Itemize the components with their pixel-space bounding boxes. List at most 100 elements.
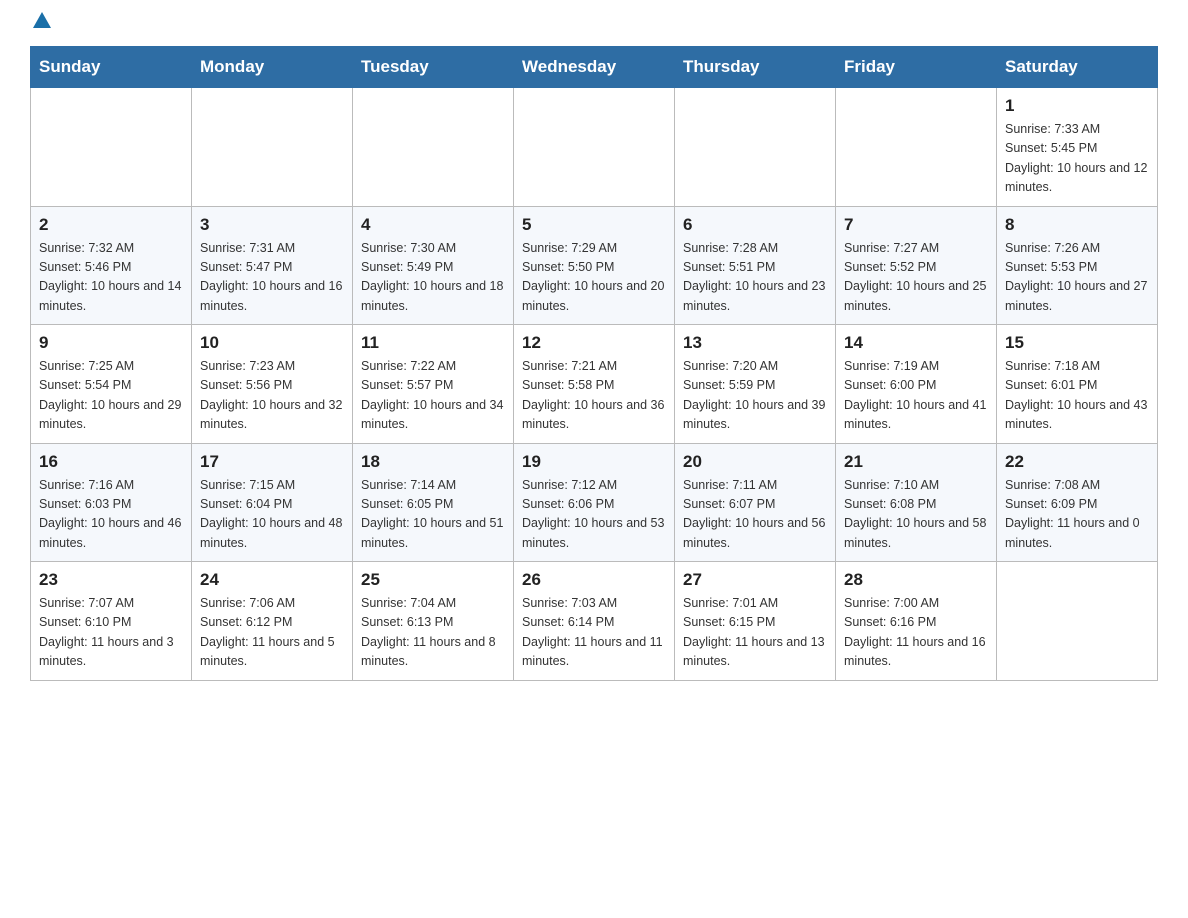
day-number: 23 xyxy=(39,570,183,590)
calendar-cell xyxy=(836,88,997,207)
day-number: 13 xyxy=(683,333,827,353)
calendar-cell: 26Sunrise: 7:03 AM Sunset: 6:14 PM Dayli… xyxy=(514,562,675,681)
calendar-cell: 5 Sunrise: 7:29 AM Sunset: 5:50 PM Daylig… xyxy=(514,206,675,325)
calendar-cell: 10 Sunrise: 7:23 AM Sunset: 5:56 PM Dayli… xyxy=(192,325,353,444)
week-row-5: 23 Sunrise: 7:07 AM Sunset: 6:10 PM Dayli… xyxy=(31,562,1158,681)
day-info: Sunrise: 7:16 AM Sunset: 6:03 PM Dayligh… xyxy=(39,476,183,554)
day-info: Sunrise: 7:03 AM Sunset: 6:14 PM Dayligh… xyxy=(522,594,666,672)
day-info: Sunrise: 7:12 AM Sunset: 6:06 PM Dayligh… xyxy=(522,476,666,554)
calendar-cell: 18Sunrise: 7:14 AM Sunset: 6:05 PM Dayli… xyxy=(353,443,514,562)
day-info: Sunrise: 7:22 AM Sunset: 5:57 PM Dayligh… xyxy=(361,357,505,435)
calendar-cell xyxy=(192,88,353,207)
day-number: 9 xyxy=(39,333,183,353)
day-info: Sunrise: 7:25 AM Sunset: 5:54 PM Dayligh… xyxy=(39,357,183,435)
calendar-cell: 20 Sunrise: 7:11 AM Sunset: 6:07 PM Dayli… xyxy=(675,443,836,562)
day-info: Sunrise: 7:18 AM Sunset: 6:01 PM Dayligh… xyxy=(1005,357,1149,435)
calendar-cell: 22 Sunrise: 7:08 AM Sunset: 6:09 PM Dayli… xyxy=(997,443,1158,562)
week-row-3: 9 Sunrise: 7:25 AM Sunset: 5:54 PM Daylig… xyxy=(31,325,1158,444)
calendar-cell: 24 Sunrise: 7:06 AM Sunset: 6:12 PM Dayli… xyxy=(192,562,353,681)
calendar-cell: 17 Sunrise: 7:15 AM Sunset: 6:04 PM Dayli… xyxy=(192,443,353,562)
day-info: Sunrise: 7:01 AM Sunset: 6:15 PM Dayligh… xyxy=(683,594,827,672)
calendar-cell xyxy=(31,88,192,207)
calendar-cell: 13 Sunrise: 7:20 AM Sunset: 5:59 PM Dayli… xyxy=(675,325,836,444)
calendar-cell: 7Sunrise: 7:27 AM Sunset: 5:52 PM Daylig… xyxy=(836,206,997,325)
day-number: 6 xyxy=(683,215,827,235)
day-info: Sunrise: 7:29 AM Sunset: 5:50 PM Dayligh… xyxy=(522,239,666,317)
calendar-cell: 6 Sunrise: 7:28 AM Sunset: 5:51 PM Daylig… xyxy=(675,206,836,325)
logo-triangle-icon xyxy=(33,12,51,28)
day-info: Sunrise: 7:21 AM Sunset: 5:58 PM Dayligh… xyxy=(522,357,666,435)
calendar-cell: 28Sunrise: 7:00 AM Sunset: 6:16 PM Dayli… xyxy=(836,562,997,681)
calendar-cell: 16 Sunrise: 7:16 AM Sunset: 6:03 PM Dayli… xyxy=(31,443,192,562)
day-number: 12 xyxy=(522,333,666,353)
calendar-cell: 27 Sunrise: 7:01 AM Sunset: 6:15 PM Dayli… xyxy=(675,562,836,681)
weekday-header-thursday: Thursday xyxy=(675,47,836,88)
calendar-cell: 9 Sunrise: 7:25 AM Sunset: 5:54 PM Daylig… xyxy=(31,325,192,444)
day-number: 1 xyxy=(1005,96,1149,116)
day-info: Sunrise: 7:23 AM Sunset: 5:56 PM Dayligh… xyxy=(200,357,344,435)
day-info: Sunrise: 7:04 AM Sunset: 6:13 PM Dayligh… xyxy=(361,594,505,672)
calendar-cell: 2 Sunrise: 7:32 AM Sunset: 5:46 PM Daylig… xyxy=(31,206,192,325)
weekday-header-monday: Monday xyxy=(192,47,353,88)
calendar-cell: 15 Sunrise: 7:18 AM Sunset: 6:01 PM Dayli… xyxy=(997,325,1158,444)
logo xyxy=(30,20,51,28)
day-number: 22 xyxy=(1005,452,1149,472)
day-info: Sunrise: 7:32 AM Sunset: 5:46 PM Dayligh… xyxy=(39,239,183,317)
calendar-cell: 8 Sunrise: 7:26 AM Sunset: 5:53 PM Daylig… xyxy=(997,206,1158,325)
calendar-cell: 23 Sunrise: 7:07 AM Sunset: 6:10 PM Dayli… xyxy=(31,562,192,681)
day-info: Sunrise: 7:06 AM Sunset: 6:12 PM Dayligh… xyxy=(200,594,344,672)
calendar-cell: 3 Sunrise: 7:31 AM Sunset: 5:47 PM Daylig… xyxy=(192,206,353,325)
weekday-header-row: SundayMondayTuesdayWednesdayThursdayFrid… xyxy=(31,47,1158,88)
week-row-1: 1Sunrise: 7:33 AM Sunset: 5:45 PM Daylig… xyxy=(31,88,1158,207)
weekday-header-friday: Friday xyxy=(836,47,997,88)
weekday-header-wednesday: Wednesday xyxy=(514,47,675,88)
calendar-cell: 21 Sunrise: 7:10 AM Sunset: 6:08 PM Dayli… xyxy=(836,443,997,562)
calendar-cell: 14 Sunrise: 7:19 AM Sunset: 6:00 PM Dayli… xyxy=(836,325,997,444)
day-number: 20 xyxy=(683,452,827,472)
day-info: Sunrise: 7:30 AM Sunset: 5:49 PM Dayligh… xyxy=(361,239,505,317)
day-number: 19 xyxy=(522,452,666,472)
day-number: 5 xyxy=(522,215,666,235)
day-number: 24 xyxy=(200,570,344,590)
calendar-cell: 1Sunrise: 7:33 AM Sunset: 5:45 PM Daylig… xyxy=(997,88,1158,207)
day-number: 16 xyxy=(39,452,183,472)
day-number: 17 xyxy=(200,452,344,472)
calendar-cell: 4 Sunrise: 7:30 AM Sunset: 5:49 PM Daylig… xyxy=(353,206,514,325)
week-row-4: 16 Sunrise: 7:16 AM Sunset: 6:03 PM Dayli… xyxy=(31,443,1158,562)
day-number: 14 xyxy=(844,333,988,353)
day-number: 8 xyxy=(1005,215,1149,235)
weekday-header-sunday: Sunday xyxy=(31,47,192,88)
day-number: 4 xyxy=(361,215,505,235)
header xyxy=(30,20,1158,28)
day-number: 10 xyxy=(200,333,344,353)
weekday-header-tuesday: Tuesday xyxy=(353,47,514,88)
day-info: Sunrise: 7:20 AM Sunset: 5:59 PM Dayligh… xyxy=(683,357,827,435)
day-info: Sunrise: 7:11 AM Sunset: 6:07 PM Dayligh… xyxy=(683,476,827,554)
day-info: Sunrise: 7:31 AM Sunset: 5:47 PM Dayligh… xyxy=(200,239,344,317)
day-number: 11 xyxy=(361,333,505,353)
calendar-cell xyxy=(675,88,836,207)
day-info: Sunrise: 7:19 AM Sunset: 6:00 PM Dayligh… xyxy=(844,357,988,435)
day-number: 25 xyxy=(361,570,505,590)
day-info: Sunrise: 7:15 AM Sunset: 6:04 PM Dayligh… xyxy=(200,476,344,554)
day-info: Sunrise: 7:26 AM Sunset: 5:53 PM Dayligh… xyxy=(1005,239,1149,317)
day-info: Sunrise: 7:08 AM Sunset: 6:09 PM Dayligh… xyxy=(1005,476,1149,554)
calendar-cell xyxy=(997,562,1158,681)
week-row-2: 2 Sunrise: 7:32 AM Sunset: 5:46 PM Daylig… xyxy=(31,206,1158,325)
day-number: 3 xyxy=(200,215,344,235)
calendar-cell: 25 Sunrise: 7:04 AM Sunset: 6:13 PM Dayli… xyxy=(353,562,514,681)
day-info: Sunrise: 7:10 AM Sunset: 6:08 PM Dayligh… xyxy=(844,476,988,554)
day-number: 28 xyxy=(844,570,988,590)
calendar-cell: 19 Sunrise: 7:12 AM Sunset: 6:06 PM Dayli… xyxy=(514,443,675,562)
calendar-cell: 12 Sunrise: 7:21 AM Sunset: 5:58 PM Dayli… xyxy=(514,325,675,444)
day-number: 15 xyxy=(1005,333,1149,353)
day-info: Sunrise: 7:27 AM Sunset: 5:52 PM Dayligh… xyxy=(844,239,988,317)
day-number: 27 xyxy=(683,570,827,590)
calendar-cell: 11 Sunrise: 7:22 AM Sunset: 5:57 PM Dayli… xyxy=(353,325,514,444)
day-info: Sunrise: 7:07 AM Sunset: 6:10 PM Dayligh… xyxy=(39,594,183,672)
calendar-cell xyxy=(514,88,675,207)
day-number: 21 xyxy=(844,452,988,472)
day-info: Sunrise: 7:28 AM Sunset: 5:51 PM Dayligh… xyxy=(683,239,827,317)
calendar-cell xyxy=(353,88,514,207)
day-number: 2 xyxy=(39,215,183,235)
